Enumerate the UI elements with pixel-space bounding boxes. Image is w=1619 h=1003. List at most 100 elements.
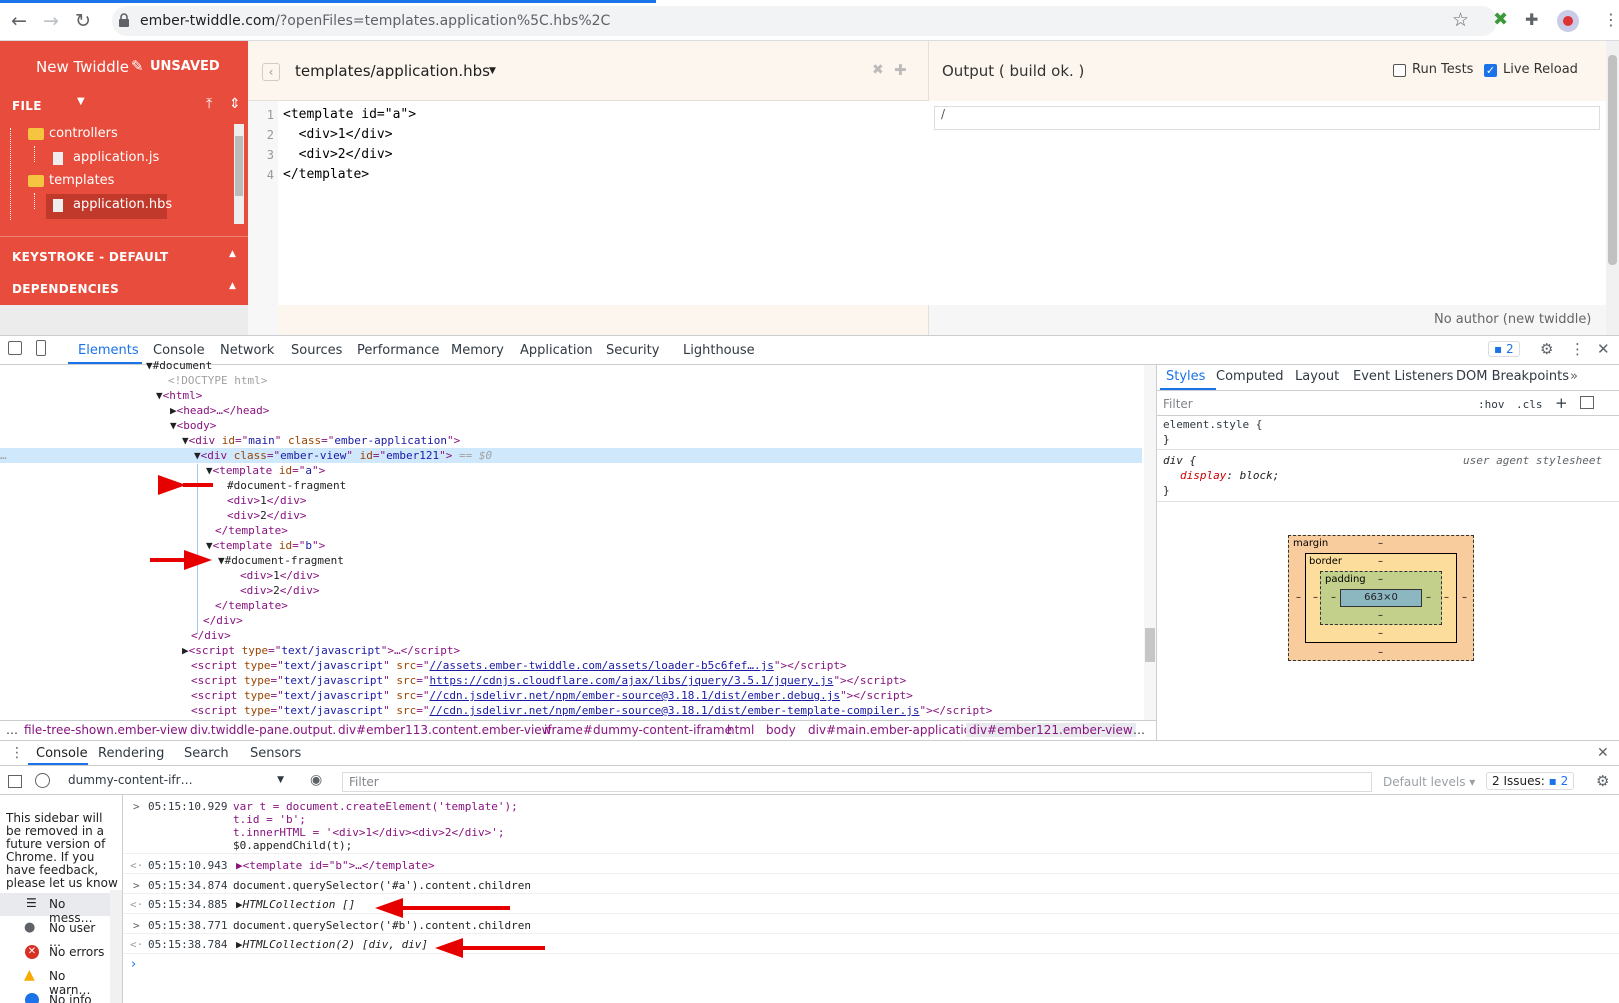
tab-security[interactable]: Security — [606, 343, 659, 358]
log-levels-select[interactable]: Default levels ▾ — [1383, 775, 1475, 789]
hov-toggle[interactable]: :hov — [1478, 398, 1505, 411]
breadcrumb-more[interactable]: … — [1133, 723, 1145, 737]
dom-node[interactable]: ▼<body> — [170, 419, 216, 432]
elements-scrollbar[interactable] — [1144, 365, 1156, 720]
breadcrumb-item[interactable]: iframe#dummy-content-iframe — [544, 723, 732, 737]
console-command[interactable]: document.querySelector('#a').content.chi… — [233, 879, 531, 892]
display-declaration[interactable]: display: block; — [1180, 469, 1279, 482]
console-command[interactable]: t.id = 'b'; — [233, 813, 306, 826]
tab-event-listeners[interactable]: Event Listeners — [1353, 369, 1453, 384]
show-sidebar-icon[interactable] — [8, 775, 22, 788]
tab-sources[interactable]: Sources — [291, 343, 342, 358]
elements-scrollbar-thumb[interactable] — [1145, 628, 1155, 662]
pencil-icon[interactable]: ✎ — [131, 57, 144, 75]
bookmark-star-icon[interactable]: ☆ — [1452, 9, 1469, 31]
collapse-sidebar-icon[interactable]: ‹ — [262, 63, 280, 81]
close-icon[interactable]: ✖ — [872, 62, 884, 78]
settings-gear-icon[interactable]: ⚙ — [1540, 340, 1553, 358]
profile-avatar[interactable] — [1557, 10, 1579, 32]
dom-node[interactable]: ▶<script type="text/javascript">…</scrip… — [182, 644, 460, 657]
styles-filter-input[interactable]: Filter — [1163, 397, 1193, 411]
chevron-up-icon[interactable]: ▲ — [229, 249, 236, 259]
dom-node[interactable]: ▼#document — [146, 359, 212, 372]
box-model-content[interactable]: 663×0 — [1340, 589, 1422, 607]
dom-node[interactable]: <div>1</div> — [240, 569, 320, 582]
issues-button[interactable]: 2 Issues: ▪ 2 — [1486, 772, 1575, 790]
tab-memory[interactable]: Memory — [451, 343, 504, 358]
dom-node[interactable]: ▼<html> — [156, 389, 202, 402]
file-menu-header[interactable]: FILE — [12, 99, 42, 113]
inspect-element-icon[interactable] — [8, 341, 22, 355]
tab-network[interactable]: Network — [220, 343, 274, 358]
tree-item-application-hbs[interactable]: application.hbs — [73, 197, 172, 212]
reload-icon[interactable]: ↻ — [70, 8, 96, 34]
keystroke-header[interactable]: KEYSTROKE - DEFAULT — [12, 250, 168, 264]
eye-icon[interactable]: ◉ — [310, 772, 322, 788]
toggle-sidebar-icon[interactable] — [1580, 396, 1594, 409]
editor-filename[interactable]: templates/application.hbs — [295, 62, 490, 80]
tab-styles[interactable]: Styles — [1166, 369, 1205, 384]
tab-lighthouse[interactable]: Lighthouse — [683, 343, 755, 358]
breadcrumb-item[interactable]: div#main.ember-application — [808, 723, 979, 737]
forward-icon[interactable]: → — [38, 8, 64, 34]
live-reload-label[interactable]: Live Reload — [1503, 62, 1578, 77]
dom-node[interactable]: ▶<head>…</head> — [170, 404, 269, 417]
code-line[interactable]: </template> — [283, 167, 369, 182]
run-tests-checkbox[interactable] — [1393, 64, 1406, 77]
filter-info[interactable]: No info — [0, 989, 110, 1003]
tab-performance[interactable]: Performance — [357, 343, 439, 358]
code-line[interactable]: <div>1</div> — [283, 127, 393, 142]
breadcrumb-item[interactable]: body — [766, 723, 796, 737]
output-url-input[interactable]: / — [934, 106, 1600, 130]
run-tests-label[interactable]: Run Tests — [1412, 62, 1473, 77]
tree-scrollbar-thumb[interactable] — [235, 136, 243, 196]
device-toolbar-icon[interactable] — [36, 340, 46, 356]
chevron-up-icon[interactable]: ▲ — [229, 281, 236, 291]
breadcrumb-more[interactable]: … — [6, 723, 18, 737]
puzzle-icon[interactable]: ✚ — [1525, 10, 1538, 29]
dom-node[interactable]: <div>2</div> — [227, 509, 307, 522]
devtools-menu-icon[interactable]: ⋮ — [1570, 340, 1585, 358]
dependencies-header[interactable]: DEPENDENCIES — [12, 282, 119, 296]
drawer-tab-sensors[interactable]: Sensors — [250, 746, 301, 761]
console-result[interactable]: ▶<template id="b">…</template> — [236, 859, 435, 872]
clear-console-icon[interactable] — [35, 773, 50, 788]
back-icon[interactable]: ← — [6, 8, 32, 34]
menu-kebab-icon[interactable]: ⋮ — [1603, 10, 1619, 29]
page-scrollbar-thumb[interactable] — [1608, 55, 1617, 265]
dom-node[interactable]: ▼<template id="b"> — [206, 539, 325, 552]
breadcrumb-item[interactable]: file-tree-shown.ember-view — [24, 723, 187, 737]
close-drawer-icon[interactable]: ✕ — [1597, 745, 1609, 761]
close-devtools-icon[interactable]: ✕ — [1597, 340, 1610, 358]
console-filter-input[interactable]: Filter — [342, 772, 1372, 792]
twiddle-title[interactable]: New Twiddle — [36, 58, 129, 76]
dom-node[interactable]: <script type="text/javascript" src="//cd… — [191, 689, 913, 702]
element-style-rule[interactable]: element.style { — [1163, 418, 1262, 431]
console-command[interactable]: $0.appendChild(t); — [233, 839, 352, 852]
dom-node[interactable]: </template> — [215, 599, 288, 612]
code-line[interactable]: <template id="a"> — [283, 107, 416, 122]
chevron-down-icon[interactable]: ▼ — [77, 96, 85, 107]
more-tabs-icon[interactable]: » — [1570, 369, 1578, 384]
tab-console[interactable]: Console — [153, 343, 205, 358]
tab-dom-breakpoints[interactable]: DOM Breakpoints — [1456, 369, 1569, 384]
dom-node-selected[interactable]: ▼<div class="ember-view" id="ember121"> … — [194, 449, 492, 462]
dom-node[interactable]: <!DOCTYPE html> — [168, 374, 267, 387]
dom-node[interactable]: <div>1</div> — [227, 494, 307, 507]
dom-node[interactable]: </div> — [203, 614, 243, 627]
breadcrumb-item[interactable]: div#ember113.content.ember-view — [338, 723, 551, 737]
url-text[interactable]: ember-twiddle.com/?openFiles=templates.a… — [140, 13, 610, 29]
tab-elements[interactable]: Elements — [78, 343, 139, 358]
code-line[interactable]: <div>2</div> — [283, 147, 393, 162]
breadcrumb-item[interactable]: div.twiddle-pane.output. — [190, 723, 336, 737]
dom-node[interactable]: </div> — [191, 629, 231, 642]
drawer-tab-rendering[interactable]: Rendering — [98, 746, 164, 761]
drawer-tab-console[interactable]: Console — [36, 746, 88, 761]
console-command[interactable]: t.innerHTML = '<div>1</div><div>2</div>'… — [233, 826, 505, 839]
tab-application[interactable]: Application — [520, 343, 593, 358]
new-rule-icon[interactable]: + — [1555, 394, 1568, 412]
context-selector[interactable]: dummy-content-ifr… ▼ — [68, 773, 288, 791]
dom-node[interactable]: ▼<template id="a"> — [206, 464, 325, 477]
expand-all-icon[interactable]: ⇕ — [229, 96, 241, 112]
lock-icon[interactable] — [118, 13, 130, 27]
